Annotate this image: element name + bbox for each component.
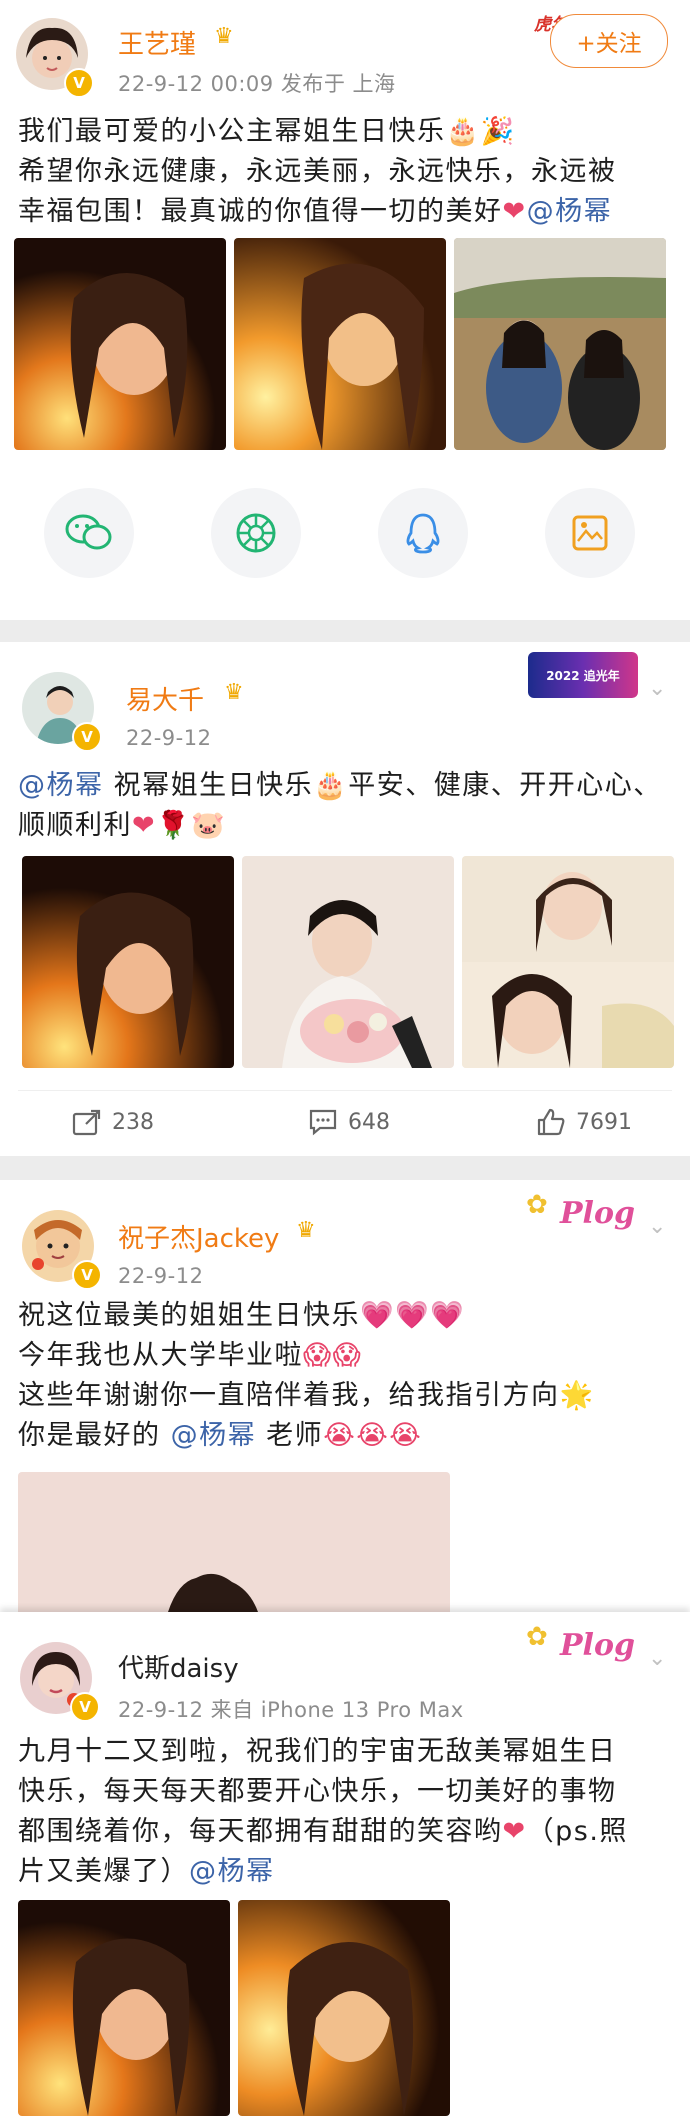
qq-icon[interactable] <box>378 488 468 578</box>
decor-badge: Plog <box>560 1196 635 1231</box>
post-image[interactable] <box>462 856 674 1068</box>
username[interactable]: 易大千 <box>126 680 204 717</box>
share-count: 238 <box>112 1109 154 1135</box>
crown-icon: ♛ <box>214 24 234 49</box>
like-action[interactable]: 7691 <box>536 1108 632 1136</box>
post-image[interactable] <box>234 238 446 450</box>
chevron-down-icon[interactable]: ⌄ <box>648 1646 676 1674</box>
weibo-post-4: V 代斯daisy 22-9-12 来自 iPhone 13 Pro Max P… <box>0 1612 690 2116</box>
username[interactable]: 代斯daisy <box>118 1648 239 1685</box>
mention-link[interactable]: @杨幂 <box>527 196 613 227</box>
post-meta: 22-9-12 <box>118 1264 204 1288</box>
save-image-icon[interactable] <box>545 488 635 578</box>
username[interactable]: 祝子杰Jackey <box>118 1218 279 1255</box>
flower-sticker: ✿ <box>526 1190 548 1220</box>
post-image[interactable] <box>14 238 226 450</box>
moments-icon[interactable] <box>211 488 301 578</box>
post-meta: 22-9-12 <box>126 726 212 750</box>
verified-icon: V <box>64 68 94 98</box>
like-icon <box>537 1108 565 1136</box>
like-count: 7691 <box>576 1109 632 1135</box>
weibo-post-1: V 王艺瑾 ♛ 22-9-12 00:09 发布于 上海 虎年 +关注 我们最可… <box>0 0 690 620</box>
share-action[interactable]: 238 <box>72 1108 154 1136</box>
post-image[interactable] <box>22 856 234 1068</box>
verified-icon: V <box>72 1260 102 1290</box>
post-image[interactable] <box>238 1900 450 2116</box>
verified-icon: V <box>72 722 102 752</box>
share-icon <box>72 1109 101 1136</box>
post-meta: 22-9-12 来自 iPhone 13 Pro Max <box>118 1698 464 1722</box>
follow-button[interactable]: +关注 <box>550 14 668 68</box>
comment-count: 648 <box>348 1109 390 1135</box>
post-image[interactable] <box>242 856 454 1068</box>
post-image[interactable] <box>18 1900 230 2116</box>
chevron-down-icon[interactable]: ⌄ <box>648 1214 676 1242</box>
chevron-down-icon[interactable]: ⌄ <box>648 676 676 704</box>
post-text: 祝这位最美的姐姐生日快乐💗💗💗 今年我也从大学毕业啦😱😱 这些年谢谢你一直陪伴着… <box>18 1300 595 1451</box>
mention-link[interactable]: @杨幂 <box>171 1420 257 1451</box>
weibo-post-3: V 祝子杰Jackey ♛ 22-9-12 Plog ✿ ⌄ 祝这位最美的姐姐生… <box>0 1180 690 1612</box>
decor-badge: 2022 追光年 <box>528 652 638 698</box>
comment-icon <box>309 1109 337 1136</box>
verified-icon: V <box>70 1692 100 1722</box>
post-image[interactable] <box>18 1472 450 1612</box>
decor-badge: Plog <box>560 1628 635 1663</box>
crown-icon: ♛ <box>224 680 244 705</box>
post-image[interactable] <box>454 238 666 450</box>
flower-sticker: ✿ <box>526 1622 548 1652</box>
mention-link[interactable]: @杨幂 <box>18 770 104 801</box>
comment-action[interactable]: 648 <box>308 1108 390 1136</box>
divider <box>18 1090 672 1091</box>
post-text: 九月十二又到啦，祝我们的宇宙无敌美幂姐生日 快乐，每天每天都要开心快乐，一切美好… <box>18 1736 628 1887</box>
post-text: @杨幂 祝幂姐生日快乐🎂平安、健康、开开心心、 顺顺利利❤🌹🐷 <box>18 770 662 841</box>
crown-icon: ♛ <box>296 1218 316 1243</box>
post-text: 我们最可爱的小公主幂姐生日快乐🎂🎉 希望你永远健康，永远美丽，永远快乐，永远被 … <box>18 116 617 227</box>
post-meta: 22-9-12 00:09 发布于 上海 <box>118 72 396 96</box>
username[interactable]: 王艺瑾 <box>118 24 196 61</box>
weibo-post-2: V 易大千 ♛ 22-9-12 2022 追光年 ⌄ @杨幂 祝幂姐生日快乐🎂平… <box>0 642 690 1156</box>
mention-link[interactable]: @杨幂 <box>189 1856 275 1887</box>
wechat-icon[interactable] <box>44 488 134 578</box>
